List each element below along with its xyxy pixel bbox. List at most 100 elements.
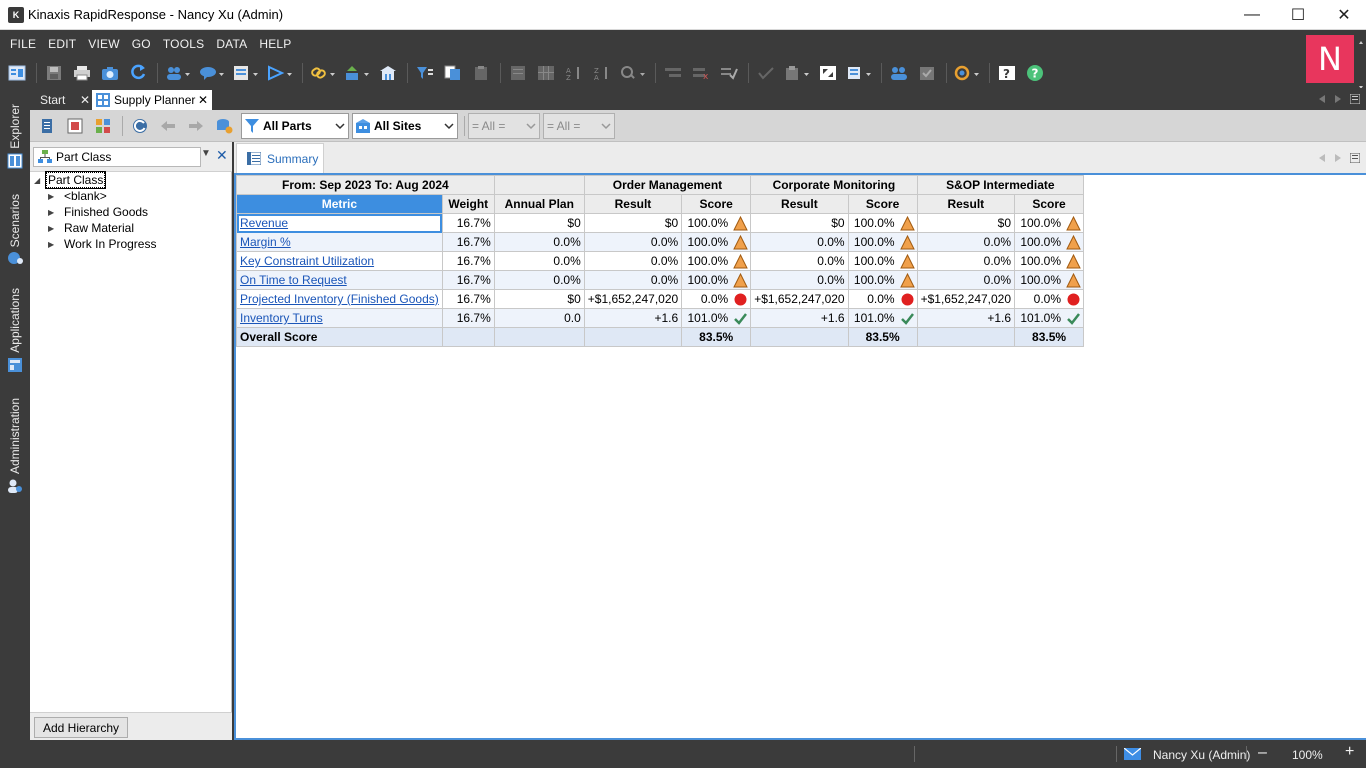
filter-4-select[interactable]: = All = (543, 112, 615, 139)
check-list-icon[interactable] (718, 62, 740, 84)
clipboard-icon[interactable] (783, 62, 811, 84)
weight-cell[interactable]: 16.7% (441, 213, 495, 233)
sheets-scroll-left-icon[interactable] (1318, 153, 1326, 163)
column-header-score[interactable]: Score (847, 194, 918, 214)
delete-row-icon[interactable]: x (690, 62, 712, 84)
users-icon[interactable] (888, 62, 910, 84)
score-cell[interactable]: 101.0% (1014, 308, 1085, 328)
tree-root[interactable]: ◢ Part Class (34, 171, 107, 189)
copy-icon[interactable] (442, 62, 464, 84)
score-cell[interactable]: 100.0% (847, 213, 918, 233)
workbook-options-icon[interactable] (845, 62, 873, 84)
add-hierarchy-button[interactable]: Add Hierarchy (34, 717, 128, 738)
data-settings-icon[interactable] (213, 115, 235, 137)
maximize-button[interactable]: ☐ (1275, 0, 1321, 30)
building-icon[interactable] (377, 62, 399, 84)
grid-icon[interactable] (535, 62, 557, 84)
sort-descending-icon[interactable]: ZA (591, 62, 613, 84)
minimize-button[interactable]: — (1229, 0, 1275, 30)
score-cell[interactable]: 100.0% (1014, 251, 1085, 271)
save-icon[interactable] (43, 62, 65, 84)
result-cell[interactable]: 0.0% (916, 232, 1016, 252)
parts-filter-select[interactable]: All Parts (241, 112, 349, 139)
tabs-scroll-right-icon[interactable] (1334, 94, 1342, 104)
zoom-in-button[interactable]: + (1345, 743, 1354, 761)
menu-go[interactable]: GO (126, 37, 157, 51)
tab-start[interactable]: Start ✕ (36, 90, 94, 110)
close-tab-supply-planner-icon[interactable]: ✕ (198, 93, 208, 107)
filter-sort-icon[interactable] (414, 62, 436, 84)
user-avatar[interactable]: N (1306, 35, 1354, 83)
close-tab-start-icon[interactable]: ✕ (80, 93, 90, 107)
metric-link-text[interactable]: Key Constraint Utilization (240, 254, 374, 268)
menu-view[interactable]: VIEW (82, 37, 125, 51)
colored-grid-icon[interactable] (92, 115, 114, 137)
result-cell[interactable]: 0.0% (583, 232, 683, 252)
scenario-sync-icon[interactable] (953, 62, 981, 84)
menu-file[interactable]: FILE (4, 37, 42, 51)
score-cell[interactable]: 100.0% (847, 232, 918, 252)
result-cell[interactable]: 0.0% (916, 270, 1016, 290)
zoom-out-button[interactable]: – (1258, 744, 1267, 762)
result-cell[interactable]: 0.0% (583, 251, 683, 271)
refresh-icon[interactable] (127, 62, 149, 84)
score-cell[interactable]: 101.0% (847, 308, 918, 328)
column-header-result[interactable]: Result (750, 194, 849, 214)
score-cell[interactable]: 100.0% (1014, 232, 1085, 252)
find-icon[interactable] (619, 62, 647, 84)
result-cell[interactable]: +$1,652,247,020 (916, 289, 1016, 309)
result-cell[interactable]: $0 (750, 213, 849, 233)
import-icon[interactable] (343, 62, 371, 84)
score-cell[interactable]: 0.0% (681, 289, 752, 309)
annual-plan-cell[interactable]: $0 (493, 289, 585, 309)
nav-scenarios[interactable]: Scenarios (0, 194, 30, 265)
metric-link-text[interactable]: Margin % (240, 235, 291, 249)
weight-cell[interactable]: 16.7% (441, 232, 495, 252)
expand-icon[interactable] (817, 62, 839, 84)
tree-item-finished-goods[interactable]: ▶ Finished Goods (48, 204, 148, 220)
filter-3-select[interactable]: = All = (468, 112, 540, 139)
score-cell[interactable]: 100.0% (681, 232, 752, 252)
collapse-icon[interactable]: ◢ (34, 176, 44, 185)
tabs-scroll-left-icon[interactable] (1318, 94, 1326, 104)
score-cell[interactable]: 0.0% (847, 289, 918, 309)
result-cell[interactable]: +$1,652,247,020 (750, 289, 849, 309)
result-cell[interactable]: +1.6 (916, 308, 1016, 328)
nav-applications[interactable]: Applications (0, 288, 30, 373)
menu-tools[interactable]: TOOLS (157, 37, 210, 51)
expand-icon[interactable]: ▶ (48, 240, 58, 249)
metric-link-key-constraint-utilization[interactable]: Key Constraint Utilization (236, 251, 443, 271)
score-cell[interactable]: 100.0% (681, 251, 752, 271)
tab-supply-planner[interactable]: Supply Planner ✕ (92, 90, 212, 110)
sheet-icon[interactable] (507, 62, 529, 84)
column-header-result[interactable]: Result (583, 194, 683, 214)
column-header-metric[interactable]: Metric (236, 194, 443, 214)
tabs-list-icon[interactable] (1350, 94, 1360, 104)
nav-administration[interactable]: Administration (0, 398, 30, 494)
result-cell[interactable]: $0 (583, 213, 683, 233)
score-cell[interactable]: 100.0% (847, 251, 918, 271)
approve-icon[interactable] (755, 62, 777, 84)
expand-icon[interactable]: ▶ (48, 192, 58, 201)
score-cell[interactable]: 101.0% (681, 308, 752, 328)
tree-item-raw-material[interactable]: ▶ Raw Material (48, 220, 134, 236)
score-cell[interactable]: 100.0% (1014, 213, 1085, 233)
worksheet-tab-summary[interactable]: Summary (236, 143, 324, 173)
sheets-scroll-right-icon[interactable] (1334, 153, 1342, 163)
tree-item-work-in-progress[interactable]: ▶ Work In Progress (48, 236, 156, 252)
metric-link-margin[interactable]: Margin % (236, 232, 443, 252)
message-icon[interactable] (198, 62, 226, 84)
weight-cell[interactable]: 16.7% (441, 251, 495, 271)
score-cell[interactable]: 100.0% (681, 213, 752, 233)
result-cell[interactable]: +1.6 (583, 308, 683, 328)
play-icon[interactable] (266, 62, 294, 84)
menu-data[interactable]: DATA (210, 37, 253, 51)
workbook-properties-icon[interactable] (36, 115, 58, 137)
annual-plan-cell[interactable]: 0.0% (493, 232, 585, 252)
close-window-button[interactable]: ✕ (1321, 0, 1366, 30)
score-cell[interactable]: 0.0% (1014, 289, 1085, 309)
menu-edit[interactable]: EDIT (42, 37, 82, 51)
menu-help[interactable]: HELP (253, 37, 297, 51)
metric-link-text[interactable]: On Time to Request (240, 273, 347, 287)
metric-link-text[interactable]: Inventory Turns (240, 311, 323, 325)
